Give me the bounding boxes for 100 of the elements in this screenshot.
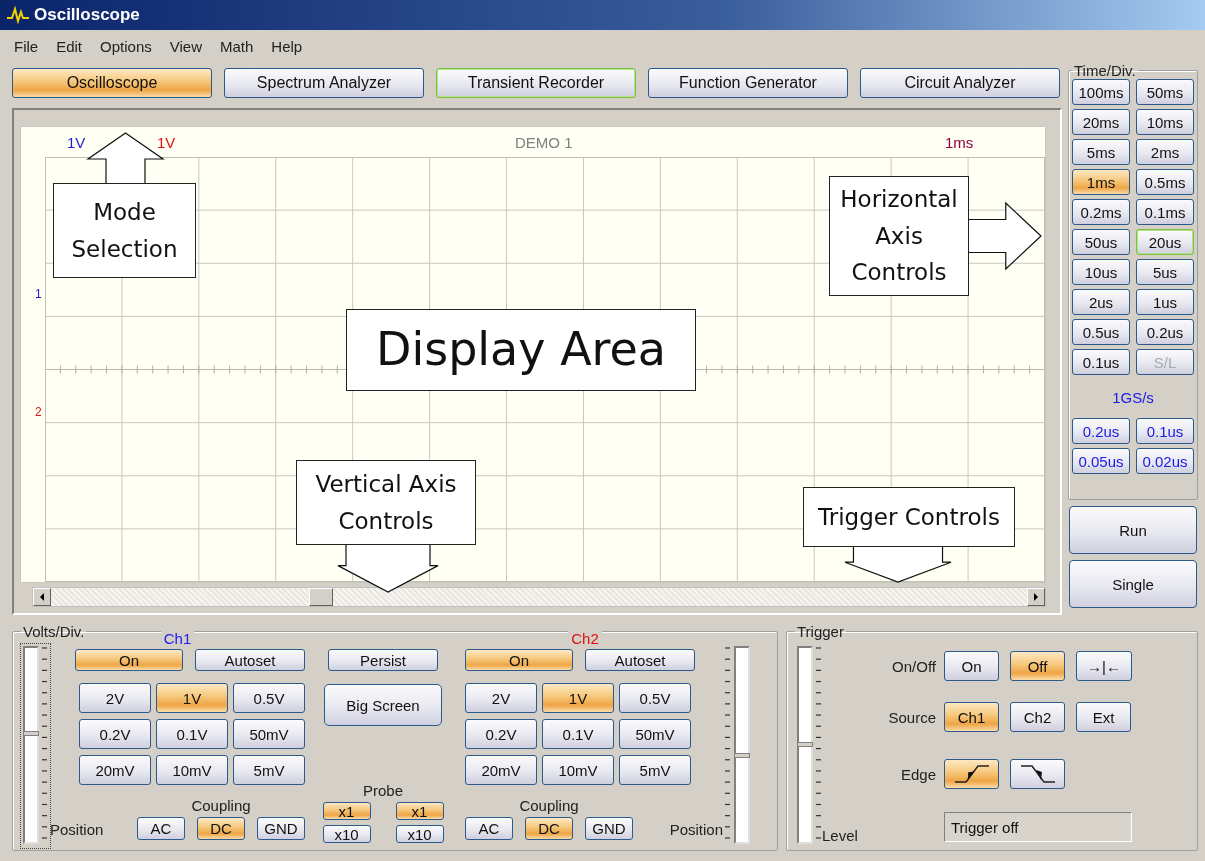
time-button[interactable]: 10us bbox=[1072, 259, 1130, 285]
toggle-button[interactable]: x10 bbox=[395, 825, 444, 843]
time-button[interactable]: 10ms bbox=[1136, 109, 1194, 135]
toggle-button[interactable]: 0.5V bbox=[619, 683, 691, 713]
menu-item[interactable]: Edit bbox=[56, 37, 83, 55]
mode-tab[interactable]: Oscilloscope bbox=[12, 68, 212, 98]
toggle-button[interactable]: 20mV bbox=[465, 755, 537, 785]
toggle-button[interactable]: Ch2 bbox=[1010, 702, 1065, 732]
slider-thumb[interactable] bbox=[23, 730, 39, 736]
menu-item[interactable]: Help bbox=[271, 37, 303, 55]
slider-thumb[interactable] bbox=[734, 753, 750, 759]
toggle-button[interactable]: DC bbox=[197, 817, 245, 840]
toggle-button[interactable]: Off bbox=[1010, 651, 1065, 681]
toggle-button[interactable]: x10 bbox=[322, 825, 371, 843]
time-button[interactable]: 0.5ms bbox=[1136, 169, 1194, 195]
right-arrow-icon bbox=[1033, 593, 1039, 601]
toggle-button[interactable]: 2V bbox=[79, 683, 151, 713]
toggle-button[interactable]: x1 bbox=[395, 802, 444, 820]
run-button[interactable]: Run bbox=[1069, 506, 1197, 554]
toggle-button[interactable]: 0.1V bbox=[542, 719, 614, 749]
edge-button[interactable] bbox=[1010, 759, 1065, 789]
toggle-button[interactable]: 5mV bbox=[619, 755, 691, 785]
scroll-left-button[interactable] bbox=[33, 588, 51, 606]
sample-rate-label: 1GS/s bbox=[1111, 389, 1155, 406]
time-button[interactable]: 5ms bbox=[1072, 139, 1130, 165]
autoset-button[interactable]: Autoset bbox=[195, 649, 305, 671]
time-button[interactable]: 100ms bbox=[1072, 79, 1130, 105]
scroll-thumb[interactable] bbox=[309, 588, 333, 606]
toggle-button[interactable]: 10mV bbox=[156, 755, 228, 785]
time-button[interactable]: 0.1us bbox=[1072, 349, 1130, 375]
slider-track[interactable] bbox=[23, 646, 39, 844]
menu-item[interactable]: View bbox=[169, 37, 202, 55]
mode-tab[interactable]: Function Generator bbox=[648, 68, 848, 98]
scroll-right-button[interactable] bbox=[1027, 588, 1045, 606]
edge-button[interactable] bbox=[944, 759, 999, 789]
slider-track[interactable] bbox=[734, 646, 750, 844]
channel-label: Ch2 bbox=[568, 630, 602, 647]
time-button[interactable]: 0.2ms bbox=[1072, 199, 1130, 225]
time-button[interactable]: 0.1ms bbox=[1136, 199, 1194, 225]
toggle-button[interactable]: DC bbox=[525, 817, 573, 840]
time-button[interactable]: 0.2us bbox=[1072, 418, 1130, 444]
mode-tab[interactable]: Circuit Analyzer bbox=[860, 68, 1060, 98]
toggle-button[interactable]: 5mV bbox=[233, 755, 305, 785]
slider-thumb[interactable] bbox=[797, 742, 813, 747]
toggle-button[interactable]: 20mV bbox=[79, 755, 151, 785]
time-button[interactable]: 1ms bbox=[1072, 169, 1130, 195]
time-button[interactable]: 5us bbox=[1136, 259, 1194, 285]
toggle-button[interactable]: AC bbox=[137, 817, 185, 840]
menu-item[interactable]: Options bbox=[100, 37, 152, 55]
time-button[interactable]: 20us bbox=[1136, 229, 1194, 255]
time-button[interactable]: 1us bbox=[1136, 289, 1194, 315]
toggle-button[interactable]: 50mV bbox=[233, 719, 305, 749]
time-button[interactable]: 0.2us bbox=[1136, 319, 1194, 345]
toggle-button[interactable]: 10mV bbox=[542, 755, 614, 785]
time-button[interactable]: 0.1us bbox=[1136, 418, 1194, 444]
time-button[interactable]: 0.5us bbox=[1072, 319, 1130, 345]
single-button[interactable]: Single bbox=[1069, 560, 1197, 608]
persist-button[interactable]: Persist bbox=[328, 649, 438, 671]
time-button[interactable]: 20ms bbox=[1072, 109, 1130, 135]
menu-item[interactable]: File bbox=[14, 37, 39, 55]
toggle-button[interactable]: On bbox=[465, 649, 573, 671]
time-button[interactable]: 2us bbox=[1072, 289, 1130, 315]
probe-label: Probe bbox=[363, 782, 403, 799]
scale-label: 1V bbox=[67, 133, 86, 151]
toggle-button[interactable]: 0.2V bbox=[465, 719, 537, 749]
toggle-button[interactable]: x1 bbox=[322, 802, 371, 820]
group-label: Trigger bbox=[796, 623, 845, 640]
channel-label: Ch1 bbox=[160, 630, 195, 647]
toggle-button[interactable]: Ch1 bbox=[944, 702, 999, 732]
toggle-button[interactable]: 0.1V bbox=[156, 719, 228, 749]
toggle-button[interactable]: 1V bbox=[156, 683, 228, 713]
toggle-button[interactable]: GND bbox=[585, 817, 633, 840]
time-button[interactable]: 50ms bbox=[1136, 79, 1194, 105]
menu-item[interactable]: Math bbox=[220, 37, 254, 55]
slider-track[interactable] bbox=[797, 646, 813, 844]
toggle-button[interactable]: 50mV bbox=[619, 719, 691, 749]
toggle-button[interactable]: GND bbox=[257, 817, 305, 840]
callout-label: Horizontal Axis Controls bbox=[829, 176, 969, 296]
time-button[interactable]: 2ms bbox=[1136, 139, 1194, 165]
time-button[interactable]: 50us bbox=[1072, 229, 1130, 255]
big-screen-button[interactable]: Big Screen bbox=[324, 684, 442, 726]
autoset-button[interactable]: Autoset bbox=[585, 649, 695, 671]
toggle-button[interactable]: AC bbox=[465, 817, 513, 840]
toggle-button[interactable]: 0.5V bbox=[233, 683, 305, 713]
position-label: Position bbox=[669, 821, 723, 838]
mode-tab[interactable]: Spectrum Analyzer bbox=[224, 68, 424, 98]
toggle-button[interactable]: 1V bbox=[542, 683, 614, 713]
toggle-button[interactable]: →|← bbox=[1076, 651, 1132, 681]
toggle-button[interactable]: 2V bbox=[465, 683, 537, 713]
horizontal-scrollbar[interactable] bbox=[32, 587, 1046, 607]
mode-tab[interactable]: Transient Recorder bbox=[436, 68, 636, 98]
level-label: Level bbox=[822, 827, 859, 844]
coupling-label: Coupling bbox=[519, 797, 579, 814]
toggle-button[interactable]: 0.2V bbox=[79, 719, 151, 749]
toggle-button[interactable]: On bbox=[75, 649, 183, 671]
toggle-button[interactable]: On bbox=[944, 651, 999, 681]
group-label: Time/Div. bbox=[1073, 62, 1137, 79]
time-button[interactable]: 0.02us bbox=[1136, 448, 1194, 474]
time-button[interactable]: 0.05us bbox=[1072, 448, 1130, 474]
toggle-button[interactable]: Ext bbox=[1076, 702, 1131, 732]
